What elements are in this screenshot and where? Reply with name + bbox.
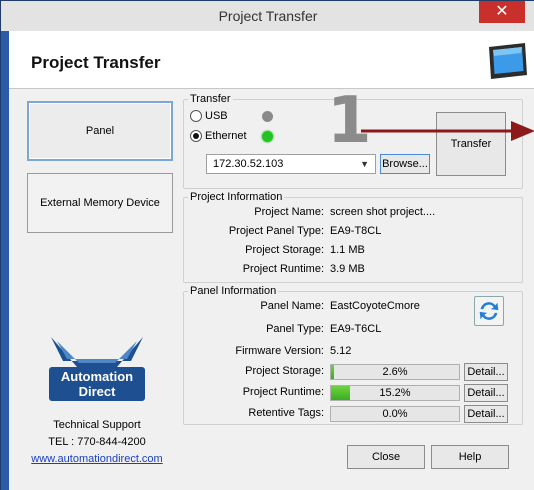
panel-information-label: Panel Information	[188, 285, 279, 297]
ethernet-radio-dot	[193, 133, 199, 139]
ethernet-radio-label: Ethernet	[205, 130, 247, 142]
transfer-group-label: Transfer	[188, 93, 233, 105]
logo-text-line2: Direct	[79, 384, 117, 399]
storage-progress-bar: 2.6%	[330, 364, 460, 380]
title-bar[interactable]: Project Transfer ✕	[1, 1, 534, 31]
panel-type-value: EA9-T6CL	[330, 323, 382, 335]
ethernet-radio[interactable]: Ethernet	[190, 130, 247, 142]
panel-name-key: Panel Name:	[260, 300, 324, 312]
external-memory-device-button[interactable]: External Memory Device	[27, 173, 173, 233]
refresh-icon[interactable]	[474, 296, 504, 326]
ip-address-value: 172.30.52.103	[213, 158, 284, 170]
ethernet-status-led	[262, 131, 273, 142]
ethernet-radio-circle	[190, 130, 202, 142]
window-border	[1, 31, 9, 490]
usb-radio-label: USB	[205, 110, 228, 122]
browse-button[interactable]: Browse...	[380, 154, 430, 174]
retentive-detail-button[interactable]: Detail...	[464, 405, 508, 423]
retentive-tags-key: Retentive Tags:	[248, 407, 324, 419]
project-storage-key: Project Storage:	[245, 244, 324, 256]
close-window-button[interactable]: ✕	[479, 1, 525, 23]
help-button[interactable]: Help	[431, 445, 509, 469]
runtime-detail-button[interactable]: Detail...	[464, 384, 508, 402]
automationdirect-logo: Automation Direct	[49, 337, 145, 401]
close-button[interactable]: Close	[347, 445, 425, 469]
project-runtime-key: Project Runtime:	[242, 263, 324, 275]
header-band: Project Transfer	[9, 31, 534, 89]
callout-arrow-icon	[361, 121, 534, 141]
panel-storage-key: Project Storage:	[245, 365, 324, 377]
window-title: Project Transfer	[218, 8, 318, 24]
logo-text-line1: Automation	[61, 369, 133, 384]
storage-detail-button[interactable]: Detail...	[464, 363, 508, 381]
project-name-value: screen shot project....	[330, 206, 436, 218]
usb-radio[interactable]: USB	[190, 110, 228, 122]
project-panel-type-value: EA9-T8CL	[330, 225, 382, 237]
runtime-progress-text: 15.2%	[379, 387, 411, 399]
storage-progress-text: 2.6%	[382, 366, 408, 378]
runtime-progress-bar: 15.2%	[330, 385, 460, 401]
retentive-progress-text: 0.0%	[382, 408, 408, 420]
page-title: Project Transfer	[31, 53, 161, 72]
project-name-key: Project Name:	[254, 206, 324, 218]
monitor-icon	[489, 43, 527, 79]
project-information-label: Project Information	[188, 191, 285, 203]
panel-runtime-key: Project Runtime:	[242, 386, 324, 398]
retentive-progress-bar: 0.0%	[330, 406, 460, 422]
project-panel-type-key: Project Panel Type:	[228, 225, 324, 237]
project-information-group: Project Information Project Name: screen…	[183, 191, 523, 283]
firmware-version-value: 5.12	[330, 345, 352, 357]
project-runtime-value: 3.9 MB	[330, 263, 365, 275]
panel-button[interactable]: Panel	[27, 101, 173, 161]
dialog-client: Project Transfer Panel External Memory D…	[9, 31, 534, 490]
usb-radio-circle	[190, 110, 202, 122]
panel-name-value: EastCoyoteCmore	[330, 300, 420, 312]
support-phone: TEL : 770-844-4200	[48, 436, 146, 448]
usb-status-led	[262, 111, 273, 122]
support-title: Technical Support	[53, 419, 141, 431]
support-link[interactable]: www.automationdirect.com	[9, 453, 185, 465]
project-storage-value: 1.1 MB	[330, 244, 365, 256]
panel-information-group: Panel Information Panel Name: EastCoyote…	[183, 285, 523, 425]
project-transfer-window: Project Transfer ✕ Project Transfer Pane…	[0, 0, 534, 490]
firmware-version-key: Firmware Version:	[235, 345, 324, 357]
panel-type-key: Panel Type:	[266, 323, 324, 335]
